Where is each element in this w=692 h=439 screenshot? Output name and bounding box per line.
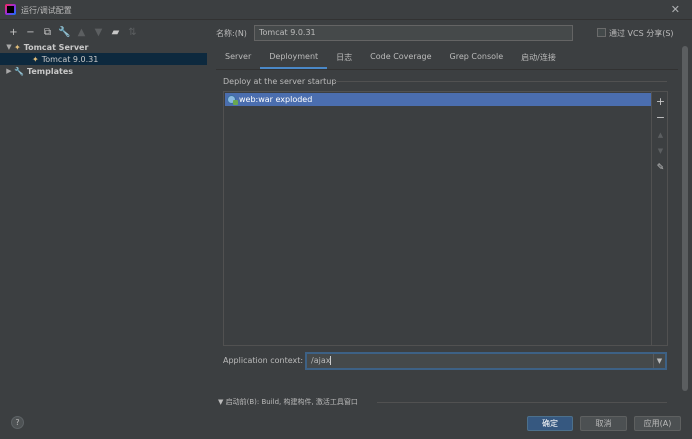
tab-bar: Server Deployment 日志 Code Coverage Grep … xyxy=(216,47,565,69)
web-artifact-icon xyxy=(227,95,238,105)
folder-icon[interactable]: ▰ xyxy=(110,26,121,38)
remove-icon[interactable]: − xyxy=(25,26,36,38)
add-artifact-icon[interactable]: + xyxy=(655,96,666,108)
tree-item-templates[interactable]: ▶ 🔧 Templates xyxy=(0,65,207,77)
tab-startup-connection[interactable]: 启动/连接 xyxy=(512,47,565,69)
tab-server[interactable]: Server xyxy=(216,47,260,69)
apply-button[interactable]: 应用(A) xyxy=(634,416,681,431)
chevron-right-icon[interactable]: ▶ xyxy=(4,67,14,75)
artifact-list-toolbar: + − ▲ ▼ ✎ xyxy=(652,91,668,346)
add-icon[interactable]: + xyxy=(8,26,19,38)
share-vcs-label[interactable]: 通过 VCS 分享(S) xyxy=(609,28,674,39)
section-divider xyxy=(333,81,667,82)
tree-item-label: Templates xyxy=(26,66,74,76)
tab-deployment[interactable]: Deployment xyxy=(260,47,328,69)
move-up-icon[interactable]: ▲ xyxy=(76,26,87,38)
tab-logs[interactable]: 日志 xyxy=(327,47,361,69)
chevron-down-icon[interactable]: ▼ xyxy=(653,354,665,368)
configuration-tree: ▼ ✦ Tomcat Server ✦ Tomcat 9.0.31 ▶ 🔧 Te… xyxy=(0,41,207,77)
close-icon[interactable]: ✕ xyxy=(671,3,680,16)
wrench-icon[interactable]: 🔧 xyxy=(58,26,70,38)
move-down-icon[interactable]: ▼ xyxy=(93,26,104,38)
wrench-icon: 🔧 xyxy=(14,66,24,76)
tree-item-tomcat-9[interactable]: ✦ Tomcat 9.0.31 xyxy=(0,53,207,65)
move-up-icon[interactable]: ▲ xyxy=(655,129,666,141)
chevron-down-icon[interactable]: ▼ xyxy=(4,43,14,51)
application-context-label: Application context: xyxy=(223,356,304,365)
application-context-value: /ajax xyxy=(311,356,331,365)
sort-icon[interactable]: ⇅ xyxy=(127,26,138,38)
before-launch-toggle[interactable]: ▼ 启动前(B): Build, 构建构件, 激活工具窗口 xyxy=(218,397,358,407)
cancel-button[interactable]: 取消 xyxy=(580,416,627,431)
share-vcs-checkbox[interactable] xyxy=(597,28,606,37)
before-launch-divider xyxy=(377,402,667,403)
text-caret xyxy=(330,356,332,365)
intellij-logo-icon xyxy=(5,4,16,15)
title-bar: 运行/调试配置 ✕ xyxy=(0,0,692,20)
tree-item-label: Tomcat 9.0.31 xyxy=(41,54,99,64)
name-label: 名称:(N) xyxy=(216,29,247,38)
artifact-list[interactable]: web:war exploded xyxy=(223,91,652,346)
window-title: 运行/调试配置 xyxy=(21,6,72,15)
tab-code-coverage[interactable]: Code Coverage xyxy=(361,47,440,69)
name-input[interactable]: Tomcat 9.0.31 xyxy=(254,25,573,41)
copy-icon[interactable]: ⧉ xyxy=(42,26,53,38)
edit-pencil-icon[interactable]: ✎ xyxy=(655,162,666,174)
tree-item-label: Tomcat Server xyxy=(23,42,89,52)
list-item[interactable]: web:war exploded xyxy=(225,93,651,106)
vertical-scrollbar[interactable] xyxy=(681,44,689,407)
move-down-icon[interactable]: ▼ xyxy=(655,145,666,157)
tab-grep-console[interactable]: Grep Console xyxy=(441,47,513,69)
artifact-label: web:war exploded xyxy=(239,95,313,104)
deploy-section-title: Deploy at the server startup xyxy=(223,77,337,86)
tree-item-tomcat-server[interactable]: ▼ ✦ Tomcat Server xyxy=(0,41,207,53)
tomcat-icon: ✦ xyxy=(14,42,21,52)
tomcat-icon: ✦ xyxy=(32,54,39,64)
before-launch-label: 启动前(B): Build, 构建构件, 激活工具窗口 xyxy=(225,398,358,406)
tree-toolbar: + − ⧉ 🔧 ▲ ▼ ▰ ⇅ xyxy=(8,25,138,39)
help-button[interactable]: ? xyxy=(11,416,24,429)
ok-button[interactable]: 确定 xyxy=(527,416,573,431)
scrollbar-thumb[interactable] xyxy=(682,46,688,391)
application-context-input[interactable]: /ajax ▼ xyxy=(305,352,667,370)
configuration-tree-pane: + − ⧉ 🔧 ▲ ▼ ▰ ⇅ ▼ ✦ Tomcat Server ✦ Tomc… xyxy=(0,21,207,407)
remove-artifact-icon[interactable]: − xyxy=(655,112,666,124)
